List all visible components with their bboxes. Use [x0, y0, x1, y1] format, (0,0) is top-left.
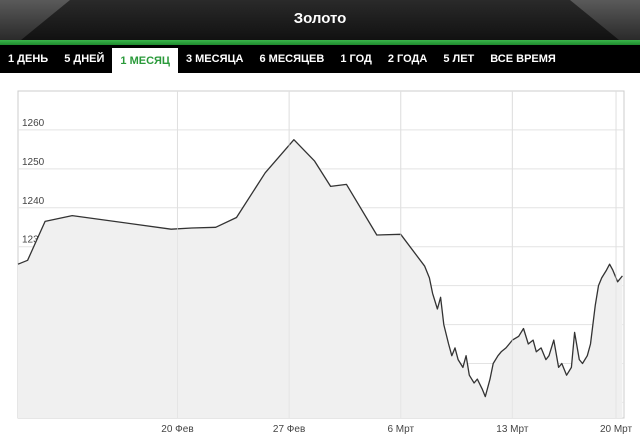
y-tick-label: 1250 [22, 157, 45, 168]
tab-all-time[interactable]: ВСЕ ВРЕМЯ [482, 45, 564, 73]
tab-1-year[interactable]: 1 ГОД [332, 45, 380, 73]
tab-1-day[interactable]: 1 ДЕНЬ [0, 45, 56, 73]
x-tick-label: 20 Фев [161, 424, 193, 435]
page-title: Золото [293, 10, 347, 27]
x-tick-label: 27 Фев [273, 424, 305, 435]
period-tabs: 1 ДЕНЬ 5 ДНЕЙ 1 МЕСЯЦ 3 МЕСЯЦА 6 МЕСЯЦЕВ… [0, 45, 640, 73]
tab-2-years[interactable]: 2 ГОДА [380, 45, 435, 73]
price-chart: 1190120012101220123012401250126020 Фев27… [17, 90, 633, 435]
tab-6-months[interactable]: 6 МЕСЯЦЕВ [251, 45, 332, 73]
header-bar: Золото [0, 0, 640, 40]
tab-5-years[interactable]: 5 ЛЕТ [435, 45, 482, 73]
y-tick-label: 1240 [22, 196, 45, 207]
chart-container: 1190120012101220123012401250126020 Фев27… [0, 73, 640, 437]
x-tick-label: 13 Мрт [496, 424, 529, 435]
x-tick-label: 6 Мрт [387, 424, 414, 435]
tab-5-days[interactable]: 5 ДНЕЙ [56, 45, 112, 73]
x-tick-label: 20 Мрт [600, 424, 633, 435]
y-tick-label: 1260 [22, 118, 45, 129]
tab-3-months[interactable]: 3 МЕСЯЦА [178, 45, 252, 73]
tab-1-month[interactable]: 1 МЕСЯЦ [112, 48, 178, 73]
